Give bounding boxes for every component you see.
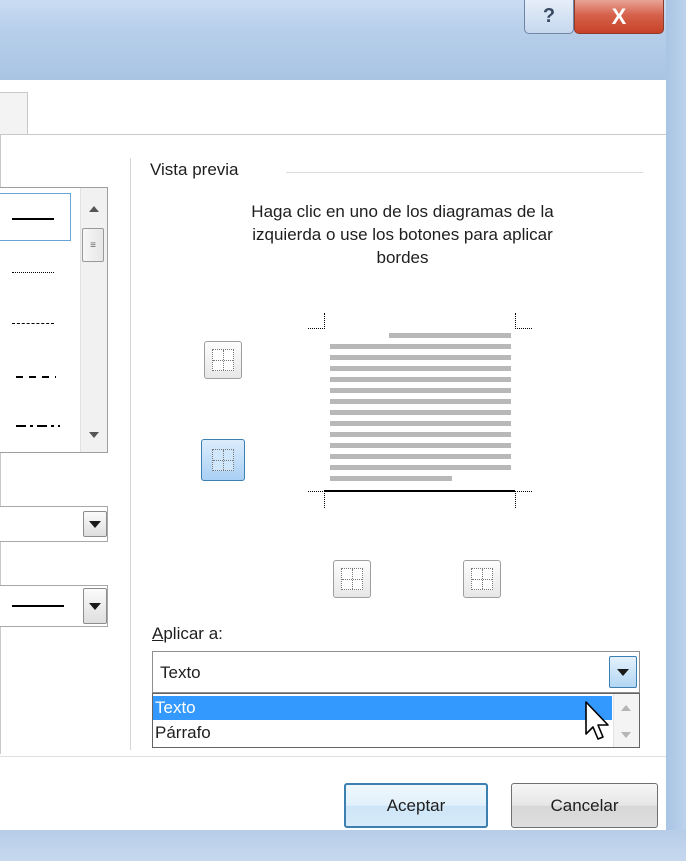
tab-partial[interactable] — [0, 92, 28, 135]
color-dropdown-button[interactable] — [83, 511, 107, 537]
preview-corner-top-left — [308, 313, 325, 329]
preview-text-line — [330, 421, 511, 426]
window-frame-right — [666, 0, 686, 861]
preview-text-line — [330, 344, 511, 349]
scroll-down-arrow-icon[interactable] — [621, 732, 631, 738]
preview-corner-bottom-left — [308, 491, 325, 508]
preview-text-line — [330, 476, 452, 481]
preview-text-line — [330, 388, 511, 393]
footer-separator — [0, 756, 666, 757]
option-parrafo[interactable]: Párrafo — [153, 721, 612, 745]
preview-text-line — [330, 355, 511, 360]
line-style-dash-dot[interactable] — [16, 425, 60, 427]
cancel-button[interactable]: Cancelar — [511, 783, 658, 828]
chevron-down-icon — [89, 520, 101, 528]
preview-text-line — [330, 377, 511, 382]
preview-text-line — [330, 465, 511, 470]
mouse-pointer-icon — [585, 701, 609, 740]
preview-corner-bottom-right — [515, 491, 532, 508]
window-frame-bottom — [0, 830, 686, 861]
border-right-button[interactable] — [463, 560, 501, 598]
preview-bottom-border — [324, 490, 515, 492]
scroll-thumb[interactable]: ≡ — [82, 228, 104, 262]
chevron-down-icon — [617, 668, 629, 676]
options-scrollbar[interactable] — [613, 694, 639, 747]
preview-text-line — [330, 432, 511, 437]
border-left-button[interactable] — [333, 560, 371, 598]
line-style-dashed-large[interactable] — [16, 376, 56, 378]
preview-group-title: Vista previa — [150, 160, 239, 179]
section-divider — [130, 158, 131, 750]
width-sample-line — [12, 605, 64, 607]
preview-text-line — [330, 399, 511, 404]
border-grid-icon — [471, 568, 493, 590]
line-style-dotted[interactable] — [12, 272, 54, 273]
close-icon: X — [611, 3, 627, 29]
border-top-button[interactable] — [204, 341, 242, 379]
width-dropdown-button[interactable] — [83, 588, 107, 624]
preview-text-line — [389, 333, 511, 338]
line-style-dashed-small[interactable] — [12, 323, 54, 324]
scroll-up-arrow-icon[interactable] — [621, 705, 631, 711]
apply-to-value: Texto — [160, 663, 201, 682]
border-grid-icon — [341, 568, 363, 590]
border-grid-icon — [212, 349, 234, 371]
preview-text-line — [330, 366, 511, 371]
preview-text-line — [330, 443, 511, 448]
preview-text-line — [330, 410, 511, 415]
chevron-down-icon — [89, 602, 101, 610]
preview-text-line — [330, 454, 511, 459]
question-icon: ? — [542, 5, 556, 27]
preview-corner-top-right — [515, 313, 532, 329]
scroll-down-arrow-icon[interactable] — [89, 432, 99, 438]
apply-to-combo[interactable] — [152, 651, 640, 693]
apply-to-dropdown-button[interactable] — [609, 656, 637, 688]
preview-instructions: Haga clic en uno de los diagramas de la … — [251, 202, 554, 267]
ok-button[interactable]: Aceptar — [344, 783, 488, 828]
tab-baseline — [0, 134, 666, 135]
scroll-up-arrow-icon[interactable] — [89, 206, 99, 212]
apply-to-label: Aplicar a: — [152, 624, 223, 643]
group-rule — [286, 172, 643, 173]
style-list-selected-item[interactable] — [0, 193, 71, 241]
help-button[interactable]: ? — [524, 0, 574, 34]
line-style-solid[interactable] — [12, 218, 54, 220]
border-bottom-button[interactable] — [201, 439, 245, 481]
border-grid-icon — [212, 449, 234, 471]
close-button[interactable]: X — [574, 0, 664, 34]
option-texto[interactable]: Texto — [153, 696, 612, 720]
